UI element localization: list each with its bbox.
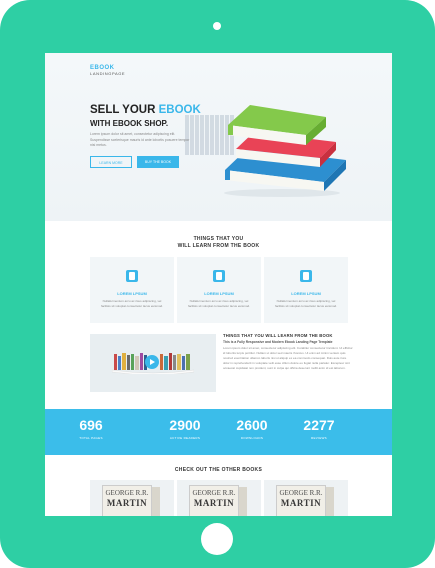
hero-section: EBOOK LANDINGPAGE SELL YOUR EBOOK WITH E…	[45, 53, 392, 221]
stat-value: 2277	[303, 417, 335, 433]
stat-item: 2600 DOWNLOADS	[222, 417, 282, 441]
features-title-line2: WILL LEARN FROM THE BOOK	[177, 242, 260, 249]
info-title: THINGS THAT YOU WILL LEARN FROM THE BOOK	[223, 333, 333, 338]
tablet-frame: EBOOK LANDINGPAGE SELL YOUR EBOOK WITH E…	[0, 0, 435, 568]
stat-label: DOWNLOADS	[240, 436, 264, 440]
feature-title: LOREM LPSUM	[117, 291, 147, 296]
books-stack-image	[224, 105, 346, 197]
features-title: THINGS THAT YOU WILL LEARN FROM THE BOOK	[45, 236, 392, 249]
book-author-last: MARTIN	[280, 498, 322, 508]
book-cover: GEORGE R.R. MARTIN	[189, 485, 239, 516]
feature-card: LOREM LPSUM Nullafermentum arcu ac risus…	[177, 257, 261, 323]
book-spine	[152, 487, 160, 516]
buy-book-button[interactable]: BUY THE BOOK	[137, 156, 179, 168]
book-cover: GEORGE R.R. MARTIN	[102, 485, 152, 516]
feature-card: LOREM LPSUM Nullafermentum arcu ac risus…	[264, 257, 348, 323]
book-icon	[213, 270, 225, 282]
book-card[interactable]: GEORGE R.R. MARTIN	[264, 480, 348, 516]
book-icon	[300, 270, 312, 282]
stat-value: 696	[79, 417, 103, 433]
hero-title-line2: WITH EBOOK SHOP.	[90, 119, 169, 128]
video-thumbnail[interactable]	[90, 334, 216, 392]
info-description: Lorem ipsum dolor sit amet, consectetur …	[223, 346, 353, 370]
book-author-first: GEORGE R.R.	[105, 489, 149, 497]
stat-label: TOTAL PAGES	[79, 436, 103, 440]
feature-description: Nullafermentum arcu ac risus adipiscing,…	[187, 299, 251, 308]
book-card[interactable]: GEORGE R.R. MARTIN	[177, 480, 261, 516]
stat-label: REVIEWS	[311, 436, 327, 440]
home-button[interactable]	[201, 523, 233, 555]
book-card[interactable]: GEORGE R.R. MARTIN	[90, 480, 174, 516]
info-subtitle: This is a Fully Responsive and Modern Eb…	[223, 340, 333, 344]
book-author-first: GEORGE R.R.	[192, 489, 236, 497]
screen: EBOOK LANDINGPAGE SELL YOUR EBOOK WITH E…	[45, 53, 392, 516]
stat-value: 2900	[169, 417, 201, 433]
hero-description: Lorem ipsum dolor sit amet, consectetur …	[90, 132, 190, 147]
camera-dot	[213, 22, 221, 30]
feature-description: Nullafermentum arcu ac risus adipiscing,…	[100, 299, 164, 308]
book-cover: GEORGE R.R. MARTIN	[276, 485, 326, 516]
stat-value: 2600	[236, 417, 268, 433]
feature-card: LOREM LPSUM Nullafermentum arcu ac risus…	[90, 257, 174, 323]
book-author-last: MARTIN	[106, 498, 148, 508]
stat-item: 2900 ACTIVE READERS	[155, 417, 215, 441]
hero-title-accent: EBOOK	[158, 104, 201, 116]
stat-item: 2277 REVIEWS	[289, 417, 349, 441]
hero-title: SELL YOUR EBOOK	[90, 104, 201, 116]
play-icon[interactable]	[145, 355, 159, 369]
stats-bar: 696 TOTAL PAGES 2900 ACTIVE READERS 2600…	[45, 409, 392, 455]
book-author-first: GEORGE R.R.	[279, 489, 323, 497]
stat-item: 696 TOTAL PAGES	[61, 417, 121, 441]
feature-title: LOREM LPSUM	[291, 291, 321, 296]
book-spine	[326, 487, 334, 516]
learn-more-button[interactable]: LEARN MORE	[90, 156, 132, 168]
feature-description: Nullafermentum arcu ac risus adipiscing,…	[274, 299, 338, 308]
feature-title: LOREM LPSUM	[204, 291, 234, 296]
stat-label: ACTIVE READERS	[169, 436, 201, 440]
logo-subtitle: LANDINGPAGE	[90, 71, 126, 76]
book-spine	[239, 487, 247, 516]
other-books-title: CHECK OUT THE OTHER BOOKS	[174, 467, 263, 473]
book-author-last: MARTIN	[193, 498, 235, 508]
book-icon	[126, 270, 138, 282]
